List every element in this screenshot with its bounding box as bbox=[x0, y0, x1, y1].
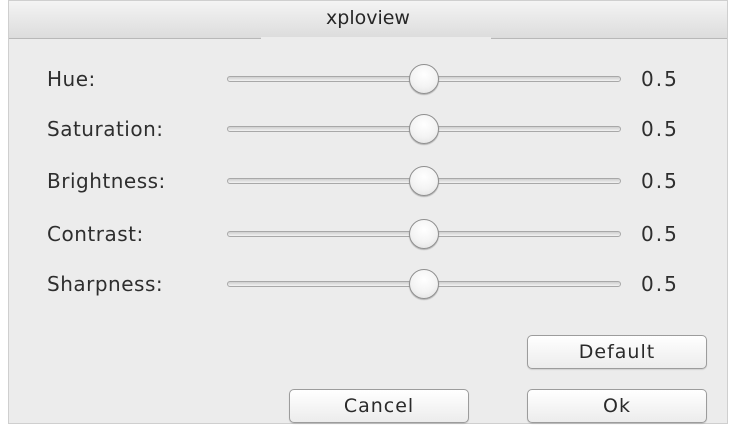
brightness-value: 0.5 bbox=[641, 169, 679, 193]
window-titlebar[interactable]: xploview bbox=[9, 1, 727, 39]
contrast-value: 0.5 bbox=[641, 222, 679, 246]
title-tab-indicator bbox=[261, 37, 491, 39]
ok-button[interactable]: Ok bbox=[527, 389, 707, 423]
brightness-row: Brightness: 0.5 bbox=[9, 161, 727, 201]
saturation-row: Saturation: 0.5 bbox=[9, 109, 727, 149]
contrast-row: Contrast: 0.5 bbox=[9, 214, 727, 254]
saturation-value: 0.5 bbox=[641, 117, 679, 141]
image-adjust-dialog: xploview Hue: 0.5 Saturation: 0.5 Bright… bbox=[8, 0, 728, 424]
brightness-label: Brightness: bbox=[47, 169, 166, 193]
default-button[interactable]: Default bbox=[527, 335, 707, 369]
sharpness-slider-thumb[interactable] bbox=[409, 269, 439, 299]
sharpness-value: 0.5 bbox=[641, 272, 679, 296]
hue-label: Hue: bbox=[47, 67, 96, 91]
window-title: xploview bbox=[326, 7, 410, 29]
brightness-slider-thumb[interactable] bbox=[409, 166, 439, 196]
sharpness-label: Sharpness: bbox=[47, 272, 164, 296]
sharpness-row: Sharpness: 0.5 bbox=[9, 264, 727, 304]
hue-value: 0.5 bbox=[641, 67, 679, 91]
hue-row: Hue: 0.5 bbox=[9, 59, 727, 99]
contrast-label: Contrast: bbox=[47, 222, 144, 246]
hue-slider-thumb[interactable] bbox=[409, 64, 439, 94]
saturation-label: Saturation: bbox=[47, 117, 164, 141]
saturation-slider-thumb[interactable] bbox=[409, 114, 439, 144]
contrast-slider-thumb[interactable] bbox=[409, 219, 439, 249]
cancel-button[interactable]: Cancel bbox=[289, 389, 469, 423]
